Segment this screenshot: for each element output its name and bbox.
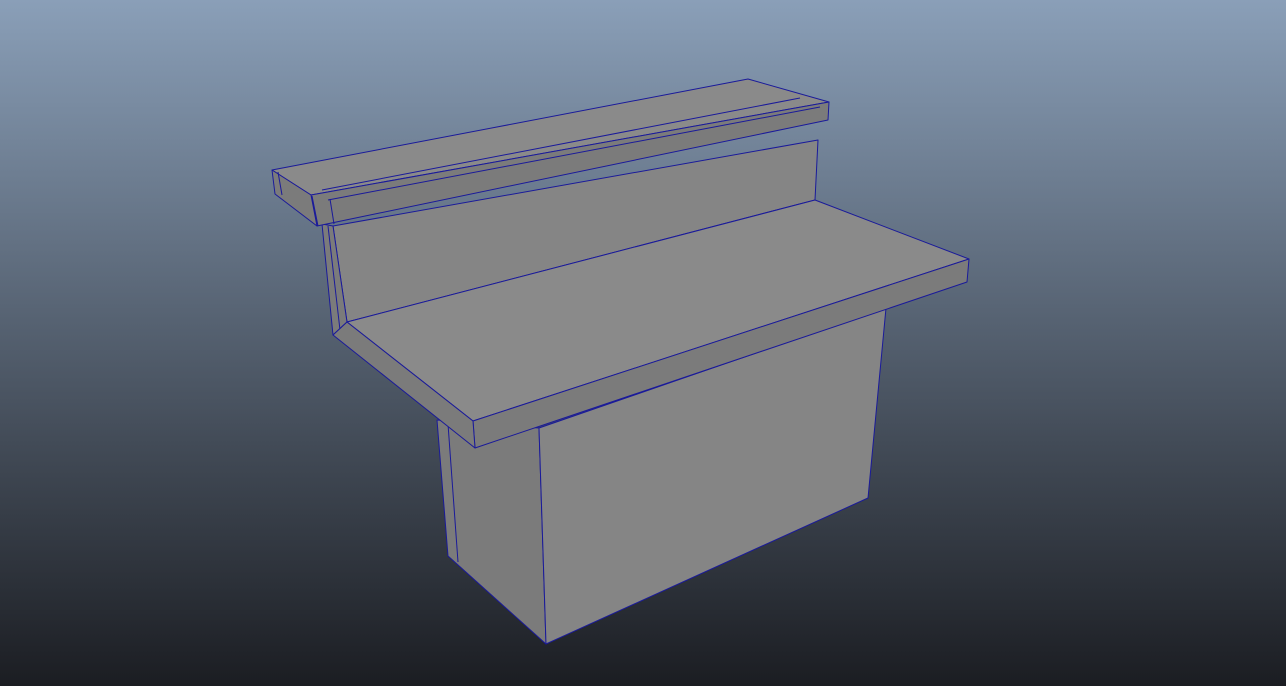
viewport-canvas[interactable] (0, 0, 1286, 686)
3d-viewport[interactable] (0, 0, 1286, 686)
